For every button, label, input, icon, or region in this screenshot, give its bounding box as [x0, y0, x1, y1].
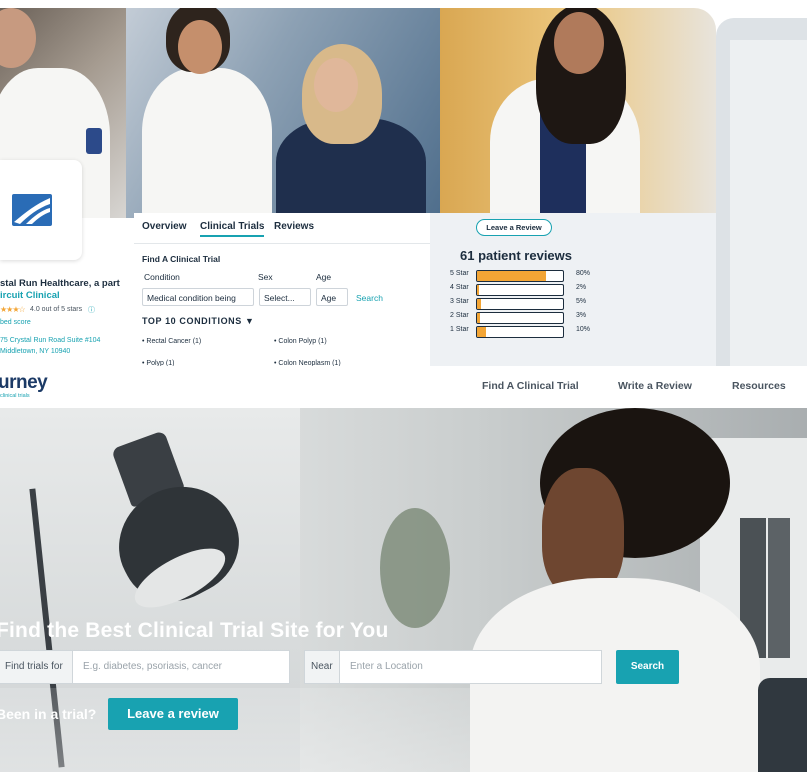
rating-row-label: 4 Star: [450, 284, 469, 291]
find-trials-field[interactable]: Find trials for E.g. diabetes, psoriasis…: [0, 650, 290, 684]
rating-row-label: 5 Star: [450, 270, 469, 277]
tab-reviews[interactable]: Reviews: [274, 221, 314, 232]
tab-clinical-trials[interactable]: Clinical Trials: [200, 221, 265, 237]
background-card-inner: [730, 40, 807, 370]
hero-title: Find the Best Clinical Trial Site for Yo…: [0, 619, 389, 642]
tab-overview[interactable]: Overview: [142, 221, 186, 232]
trial-finder: Find A Clinical Trial Condition Sex Age …: [134, 244, 430, 370]
rating-bar-fill: [477, 313, 480, 323]
rating-row-percent: 80%: [576, 270, 591, 277]
rating-bar-fill: [477, 299, 482, 309]
rating-bar-fill: [477, 271, 546, 281]
rating-stars-icon: ★★★☆: [0, 305, 26, 314]
near-placeholder: Enter a Location: [350, 661, 423, 672]
rating-row-percent: 2%: [576, 284, 587, 291]
near-label: Near: [305, 651, 340, 683]
rating-bar-fill: [477, 285, 479, 295]
sex-select[interactable]: Select...: [259, 288, 311, 306]
nav-find-trial[interactable]: Find A Clinical Trial: [482, 380, 579, 392]
search-link[interactable]: Search: [356, 293, 383, 303]
leave-review-small-button[interactable]: Leave a Review: [476, 219, 552, 236]
rating-note: bed score: [0, 319, 31, 326]
product-collage: stal Run Healthcare, a part ircuit Clini…: [0, 0, 807, 390]
sex-label: Sex: [258, 272, 273, 282]
top-conditions-heading[interactable]: TOP 10 CONDITIONS ▼: [142, 316, 255, 326]
rating-bar: [476, 270, 564, 282]
nav-write-review[interactable]: Write a Review: [618, 380, 692, 392]
rating-bar-fill: [477, 327, 486, 337]
practice-logo-icon: [12, 194, 52, 226]
doctor-photo-2: [440, 8, 716, 218]
condition-item[interactable]: • Colon Polyp (1): [274, 338, 327, 345]
rating-row-percent: 3%: [576, 312, 587, 319]
rating-bar: [476, 312, 564, 324]
rating-bar: [476, 326, 564, 338]
condition-item-label: Rectal Cancer (1): [146, 338, 202, 345]
nav-resources[interactable]: Resources: [732, 380, 786, 392]
practice-name: stal Run Healthcare, a part: [0, 278, 120, 289]
binder: [768, 518, 790, 658]
condition-label: Condition: [144, 272, 180, 282]
profile-tabs: Overview Clinical Trials Reviews: [134, 213, 430, 244]
doctor-patient-photo: [126, 8, 440, 218]
been-in-trial-text: Been in a trial?: [0, 706, 97, 722]
rating-text: 4.0 out of 5 stars: [30, 306, 83, 313]
condition-item[interactable]: • Rectal Cancer (1): [142, 338, 201, 345]
condition-field[interactable]: Medical condition being: [142, 288, 254, 306]
rating-row-label: 2 Star: [450, 312, 469, 319]
age-label: Age: [316, 272, 332, 282]
rating-row-label: 3 Star: [450, 298, 469, 305]
reviews-panel: [430, 213, 716, 371]
near-location-field[interactable]: Near Enter a Location: [304, 650, 602, 684]
address-line-1[interactable]: 75 Crystal Run Road Suite #104: [0, 337, 100, 344]
rating-row-label: 1 Star: [450, 326, 469, 333]
rating-bar: [476, 284, 564, 296]
chair: [758, 678, 807, 772]
find-trials-label: Find trials for: [0, 651, 73, 683]
practice-logo-card: [0, 160, 82, 260]
info-icon[interactable]: ⓘ: [88, 305, 95, 315]
address-line-2[interactable]: Middletown, NY 10940: [0, 348, 70, 355]
leave-review-button[interactable]: Leave a review: [108, 698, 238, 730]
rating-row-percent: 5%: [576, 298, 587, 305]
rating-row-percent: 10%: [576, 326, 591, 333]
practice-info: stal Run Healthcare, a part ircuit Clini…: [0, 270, 126, 370]
reviews-title: 61 patient reviews: [460, 248, 572, 263]
hero-search-button[interactable]: Search: [616, 650, 679, 684]
trial-finder-heading: Find A Clinical Trial: [142, 254, 221, 264]
site-logo-sub: clinical trials: [0, 393, 30, 399]
practice-network[interactable]: ircuit Clinical: [0, 290, 60, 301]
condition-item-label: Colon Polyp (1): [278, 338, 327, 345]
age-field[interactable]: Age: [316, 288, 348, 306]
site-logo[interactable]: urney: [0, 372, 48, 394]
find-trials-placeholder: E.g. diabetes, psoriasis, cancer: [83, 661, 222, 672]
rating-bar: [476, 298, 564, 310]
plant: [380, 508, 450, 628]
